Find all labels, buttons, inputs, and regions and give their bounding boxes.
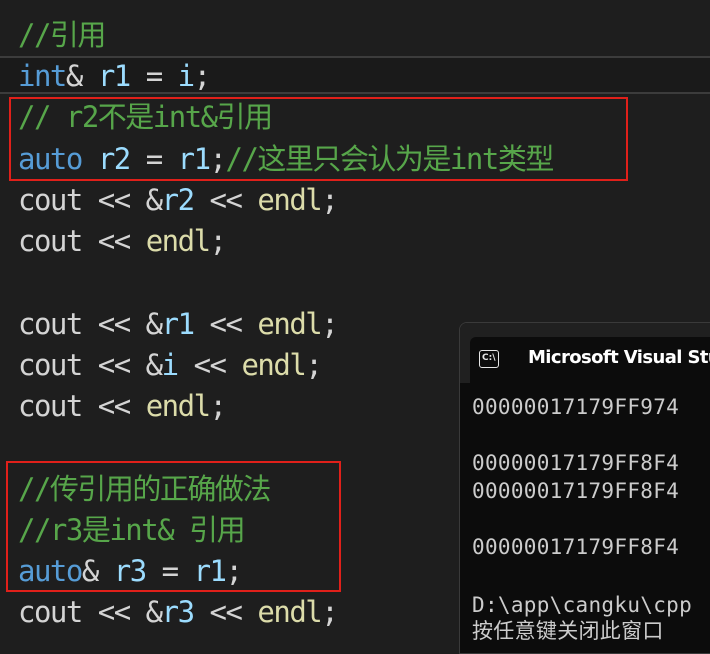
code-token: endl — [257, 183, 322, 217]
code-line[interactable]: //引用 — [18, 15, 106, 56]
code-token: ; — [305, 348, 322, 382]
code-token: endl — [145, 389, 211, 423]
console-title: Microsoft Visual Studio — [528, 347, 710, 368]
code-token: cout — [18, 348, 83, 382]
code-token: //引用 — [18, 18, 106, 52]
code-token: ; — [193, 59, 211, 93]
code-token: = — [129, 59, 178, 93]
code-token: r3 — [161, 595, 195, 629]
code-token: ; — [209, 224, 227, 258]
code-line[interactable]: cout << &r2 << endl; — [18, 180, 339, 221]
code-token: ; — [321, 307, 338, 341]
console-line: 00000017179FF8F4 — [472, 479, 680, 503]
code-token: << & — [81, 183, 163, 217]
console-line: 按任意键关闭此窗口 — [472, 619, 664, 643]
code-token: int — [18, 59, 67, 93]
code-line[interactable]: int& r1 = i; — [18, 56, 211, 97]
highlight-box-r3 — [6, 461, 341, 592]
console-line: 00000017179FF8F4 — [472, 535, 680, 559]
code-token: r1 — [161, 307, 195, 341]
highlight-box-r2 — [9, 97, 628, 181]
code-token: cout — [18, 183, 83, 217]
code-token: << — [81, 224, 146, 258]
code-token: r2 — [161, 183, 195, 217]
console-window[interactable]: C:\ Microsoft Visual Studio 00000017179F… — [459, 322, 710, 654]
code-line[interactable]: cout << endl; — [18, 386, 227, 427]
code-token: << — [193, 183, 258, 217]
code-token: cout — [18, 389, 83, 423]
code-token: ; — [209, 389, 227, 423]
code-token: << — [193, 595, 258, 629]
code-token: << & — [81, 307, 163, 341]
code-token: << — [193, 307, 258, 341]
console-line: D:\app\cangku\cpp — [472, 593, 693, 617]
code-token: r1 — [97, 59, 131, 93]
code-token: & — [65, 59, 98, 93]
code-token: << & — [81, 595, 163, 629]
code-token: endl — [257, 595, 322, 629]
code-token: endl — [257, 307, 322, 341]
code-token: i — [161, 348, 179, 382]
code-line[interactable]: cout << endl; — [18, 221, 227, 262]
code-token: ; — [321, 595, 338, 629]
console-titlebar[interactable]: C:\ Microsoft Visual Studio — [460, 323, 710, 383]
console-line: 00000017179FF974 — [472, 395, 680, 419]
code-token: ; — [321, 183, 338, 217]
code-token: endl — [241, 348, 306, 382]
code-line[interactable]: cout << &r3 << endl; — [18, 592, 339, 633]
console-line: 00000017179FF8F4 — [472, 451, 680, 475]
code-line[interactable]: cout << &i << endl; — [18, 345, 323, 386]
code-token: << — [177, 348, 242, 382]
terminal-icon: C:\ — [479, 350, 499, 368]
code-token: endl — [145, 224, 211, 258]
code-token: cout — [18, 224, 83, 258]
code-token: << — [81, 389, 146, 423]
code-token: i — [177, 59, 195, 93]
code-line[interactable]: cout << &r1 << endl; — [18, 304, 339, 345]
code-token: cout — [18, 595, 83, 629]
code-token: cout — [18, 307, 83, 341]
code-token: << & — [81, 348, 163, 382]
